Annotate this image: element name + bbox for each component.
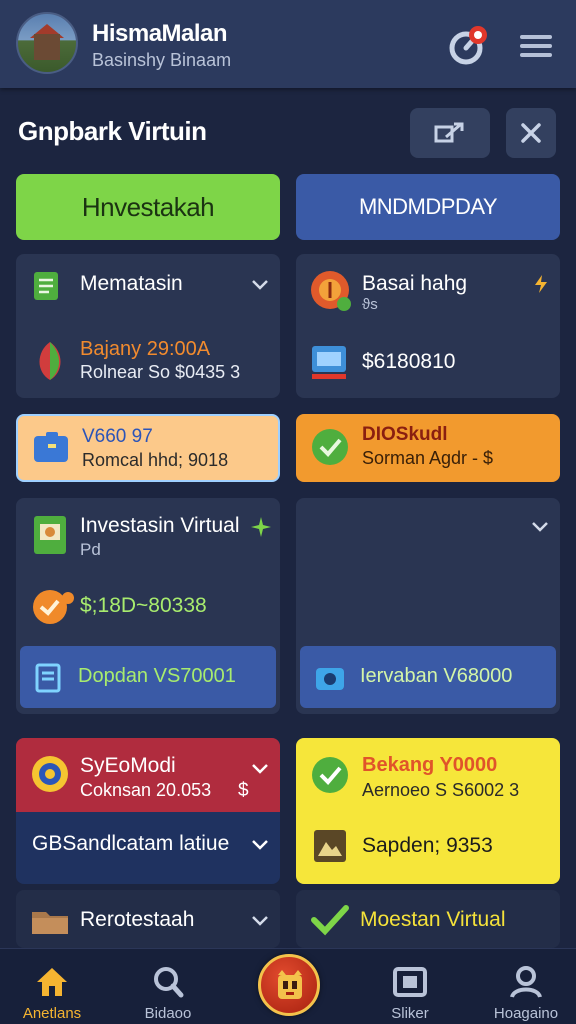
chevron-down-icon (252, 916, 268, 926)
card-title: Moestan Virtual (360, 908, 506, 931)
document-dollar-icon (34, 516, 66, 554)
card-title: Bekang Y0000 (362, 754, 498, 776)
camera-icon (393, 967, 427, 997)
card-moestan-virtual[interactable]: Moestan Virtual (296, 890, 560, 948)
card-v660[interactable]: V660 97 Romcal hhd; 9018 (16, 414, 280, 482)
sparkle-icon (251, 517, 271, 537)
nav-label: Hoagaino (493, 1005, 559, 1022)
card-sub: ϑs (362, 296, 378, 313)
card-title: SyEoModi (80, 754, 176, 777)
app-header: HismaMalan Basinshy Binaam (0, 0, 576, 88)
chevron-down-icon (252, 840, 268, 850)
card-sub: Pd (80, 540, 101, 559)
checkmark-icon (311, 905, 349, 936)
receipt-icon (35, 663, 61, 693)
page-title: Gnpbark Virtuin (18, 116, 207, 146)
notification-button[interactable] (446, 26, 488, 68)
card-basai[interactable]: Basai hahg ϑs $6180810 (296, 254, 560, 398)
wallet-icon (34, 432, 68, 462)
card-value: Sapden; 9353 (362, 834, 493, 857)
home-icon (37, 968, 67, 996)
card-line2: Aernoeo S S6002 3 (362, 780, 520, 800)
card-title: Rerotestaah (80, 908, 195, 931)
card-title: Mematasin (80, 272, 183, 295)
card-action-label: Iervaban V68000 (360, 665, 513, 687)
nav-center-button[interactable] (258, 954, 320, 1016)
card-line2: Coknsan 20.053 (80, 780, 212, 800)
nav-label: Bidaoo (144, 1005, 192, 1022)
nav-item-search[interactable]: Bidaoo (118, 955, 218, 1022)
tab-secondary[interactable]: MNDMDPDAY (296, 174, 560, 240)
menu-button[interactable] (516, 30, 556, 62)
tab-invest[interactable]: Hnvestakah (16, 174, 280, 240)
folder-icon (32, 912, 68, 934)
user-name: HismaMalan (92, 20, 228, 47)
monitor-icon (312, 346, 346, 379)
card-line2: Sorman Agdr - $ (362, 448, 494, 468)
card-dioskudl[interactable]: DIOSkudl Sorman Agdr - $ (296, 414, 560, 482)
nav-item-camera[interactable]: Sliker (360, 955, 460, 1022)
share-icon (434, 122, 464, 143)
nav-item-profile[interactable]: Hoagaino (476, 955, 576, 1022)
card-line1: DIOSkudl (362, 424, 448, 445)
profile-icon (510, 966, 542, 998)
card-value: $;18D~80338 (80, 594, 207, 617)
avatar-house-shape (34, 34, 60, 60)
coin-icon (311, 271, 351, 311)
card-line1: Bajany 29:00A (80, 338, 211, 360)
nav-item-home[interactable]: Anetlans (2, 955, 102, 1022)
leaf-icon (39, 342, 61, 380)
user-subtitle: Basinshy Binaam (92, 50, 232, 70)
card-action-label: Dopdan VS70001 (78, 665, 236, 687)
gear-badge-icon (32, 756, 68, 792)
shield-check-icon (312, 429, 348, 465)
card-title: Basai hahg (362, 272, 468, 295)
nav-label: Sliker (391, 1005, 429, 1022)
menu-line (520, 44, 552, 48)
document-icon (34, 272, 58, 300)
card-line1: V660 97 (82, 426, 153, 447)
chevron-down-icon (252, 280, 268, 290)
card-sub-label[interactable]: GBSandlcatam latiue (32, 832, 229, 856)
card-line2: Rolnear So $0435 3 (80, 362, 241, 382)
card-investasin-virtual[interactable]: Investasin Virtual Pd $;18D~80338 Dopdan… (16, 498, 280, 714)
card-syeomodi[interactable]: SyEoModi Coknsan 20.053 $ GBSandlcatam l… (16, 738, 280, 884)
card-value: $6180810 (362, 350, 456, 373)
check-coin-icon (33, 590, 74, 624)
nav-label: Anetlans (22, 1005, 82, 1022)
close-icon (521, 123, 541, 143)
chevron-down-icon (532, 522, 548, 532)
card-action-button[interactable]: Iervaban V68000 (300, 646, 556, 708)
menu-line (520, 35, 552, 39)
avatar[interactable] (16, 12, 78, 74)
camera-icon (316, 668, 344, 690)
card-rerotestaah[interactable]: Rerotestaah (16, 890, 280, 948)
check-circle-icon (312, 757, 348, 793)
menu-line (520, 53, 552, 57)
card-bekang[interactable]: Bekang Y0000 Aernoeo S S6002 3 Sapden; 9… (296, 738, 560, 884)
card-iervaban[interactable]: Iervaban V68000 (296, 498, 560, 714)
close-button[interactable] (506, 108, 556, 158)
card-action-button[interactable]: Dopdan VS70001 (20, 646, 276, 708)
card-mematasin[interactable]: Mematasin Bajany 29:00A Rolnear So $0435… (16, 254, 280, 398)
share-button[interactable] (410, 108, 490, 158)
card-line2: Romcal hhd; 9018 (82, 450, 229, 470)
mascot-icon (278, 970, 302, 999)
bolt-icon (535, 275, 547, 293)
image-frame-icon (314, 830, 346, 862)
card-dollar: $ (238, 780, 249, 801)
card-title: Investasin Virtual (80, 514, 240, 537)
notification-clock-icon (449, 26, 487, 65)
chevron-down-icon (252, 764, 268, 774)
search-icon (154, 967, 184, 998)
